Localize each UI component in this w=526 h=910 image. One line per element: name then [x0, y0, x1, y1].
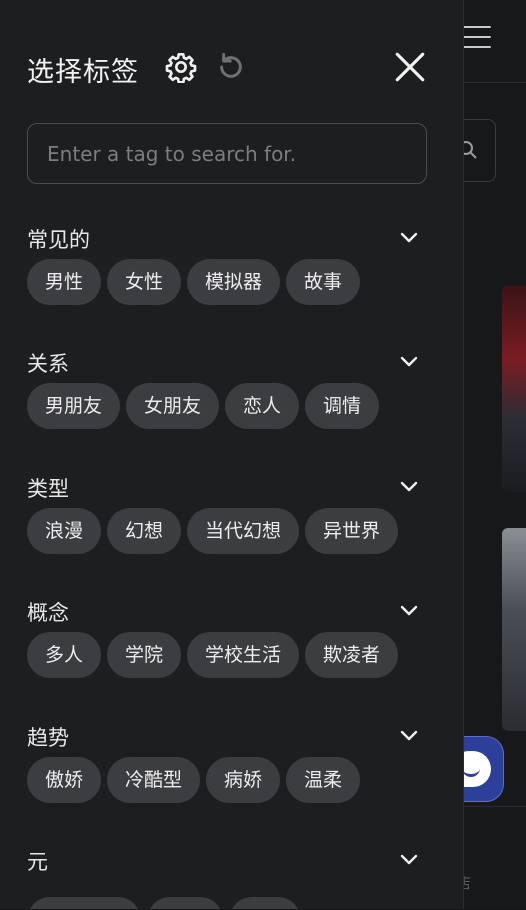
tag-chip[interactable]: 病娇	[206, 757, 281, 803]
tag-chip[interactable]: 学校生活	[187, 632, 300, 678]
tag-chip[interactable]: 温柔	[286, 757, 361, 803]
tag-chip[interactable]: 冷酷型	[107, 757, 201, 803]
section-title: 概念	[27, 601, 69, 625]
gear-icon[interactable]	[165, 51, 197, 83]
tag-list: 多人 学院 学校生活 欺凌者	[27, 632, 404, 679]
tag-chip[interactable]: 异世界	[305, 508, 399, 554]
tag-chip[interactable]: 女性	[107, 259, 182, 305]
tag-list	[27, 897, 307, 909]
section-header[interactable]: 常见的	[27, 222, 427, 256]
tag-chip[interactable]	[229, 897, 301, 909]
tag-chip[interactable]: 男朋友	[27, 383, 121, 429]
tag-chip[interactable]: 傲娇	[27, 757, 102, 803]
tag-list: 浪漫 幻想 当代幻想 异世界	[27, 508, 404, 555]
tag-section-trending: 趋势 傲娇 冷酷型 病娇 温柔	[27, 720, 427, 803]
tag-chip[interactable]: 浪漫	[27, 508, 102, 554]
character-card[interactable]	[502, 286, 526, 492]
tag-search-input[interactable]	[28, 124, 426, 183]
section-title: 关系	[27, 352, 69, 376]
tag-chip[interactable]: 故事	[286, 259, 361, 305]
tag-section-genre: 类型 浪漫 幻想 当代幻想 异世界	[27, 471, 427, 554]
section-header[interactable]: 趋势	[27, 720, 427, 754]
section-header[interactable]: 类型	[27, 471, 427, 505]
bottom-nav	[463, 806, 526, 910]
tag-chip[interactable]: 男性	[27, 259, 102, 305]
close-icon[interactable]	[393, 50, 427, 84]
tag-section-common: 常见的 男性 女性 模拟器 故事	[27, 222, 427, 305]
tag-chip[interactable]	[27, 897, 141, 909]
tag-chip[interactable]: 调情	[305, 383, 380, 429]
section-title: 常见的	[27, 228, 90, 252]
tag-chip[interactable]: 欺凌者	[305, 632, 399, 678]
panel-header: 选择标签	[27, 46, 427, 90]
chevron-down-icon[interactable]	[399, 601, 419, 621]
hamburger-icon[interactable]	[463, 26, 491, 48]
tag-section-meta: 元	[27, 844, 427, 909]
section-header[interactable]: 概念	[27, 595, 427, 629]
section-title: 趋势	[27, 726, 69, 750]
refresh-icon[interactable]	[215, 51, 247, 83]
chevron-down-icon[interactable]	[399, 352, 419, 372]
tag-chip[interactable]: 恋人	[225, 383, 300, 429]
section-header[interactable]: 关系	[27, 346, 427, 380]
tag-list: 男性 女性 模拟器 故事	[27, 259, 366, 306]
tag-list: 男朋友 女朋友 恋人 调情	[27, 383, 385, 430]
panel-title: 选择标签	[27, 57, 139, 88]
section-header[interactable]: 元	[27, 844, 427, 878]
tag-chip[interactable]: 模拟器	[187, 259, 281, 305]
tag-chip[interactable]: 学院	[107, 632, 182, 678]
tag-list: 傲娇 冷酷型 病娇 温柔	[27, 757, 366, 804]
chevron-down-icon[interactable]	[399, 477, 419, 497]
chevron-down-icon[interactable]	[399, 726, 419, 746]
tag-search-field[interactable]	[27, 123, 427, 184]
tag-chip[interactable]	[147, 897, 223, 909]
tag-chip[interactable]: 幻想	[107, 508, 182, 554]
tag-chip[interactable]: 当代幻想	[187, 508, 300, 554]
section-title: 元	[27, 850, 48, 874]
chevron-down-icon[interactable]	[399, 228, 419, 248]
chevron-down-icon[interactable]	[399, 850, 419, 870]
tag-section-relationship: 关系 男朋友 女朋友 恋人 调情	[27, 346, 427, 429]
tag-selection-panel: 选择标签 常见的 男性女性模拟器故事 关系 男	[0, 0, 464, 909]
tag-section-concept: 概念 多人 学院 学校生活 欺凌者	[27, 595, 427, 678]
section-title: 类型	[27, 477, 69, 501]
tag-chip[interactable]: 多人	[27, 632, 102, 678]
character-card[interactable]	[502, 528, 526, 731]
tag-chip[interactable]: 女朋友	[126, 383, 220, 429]
